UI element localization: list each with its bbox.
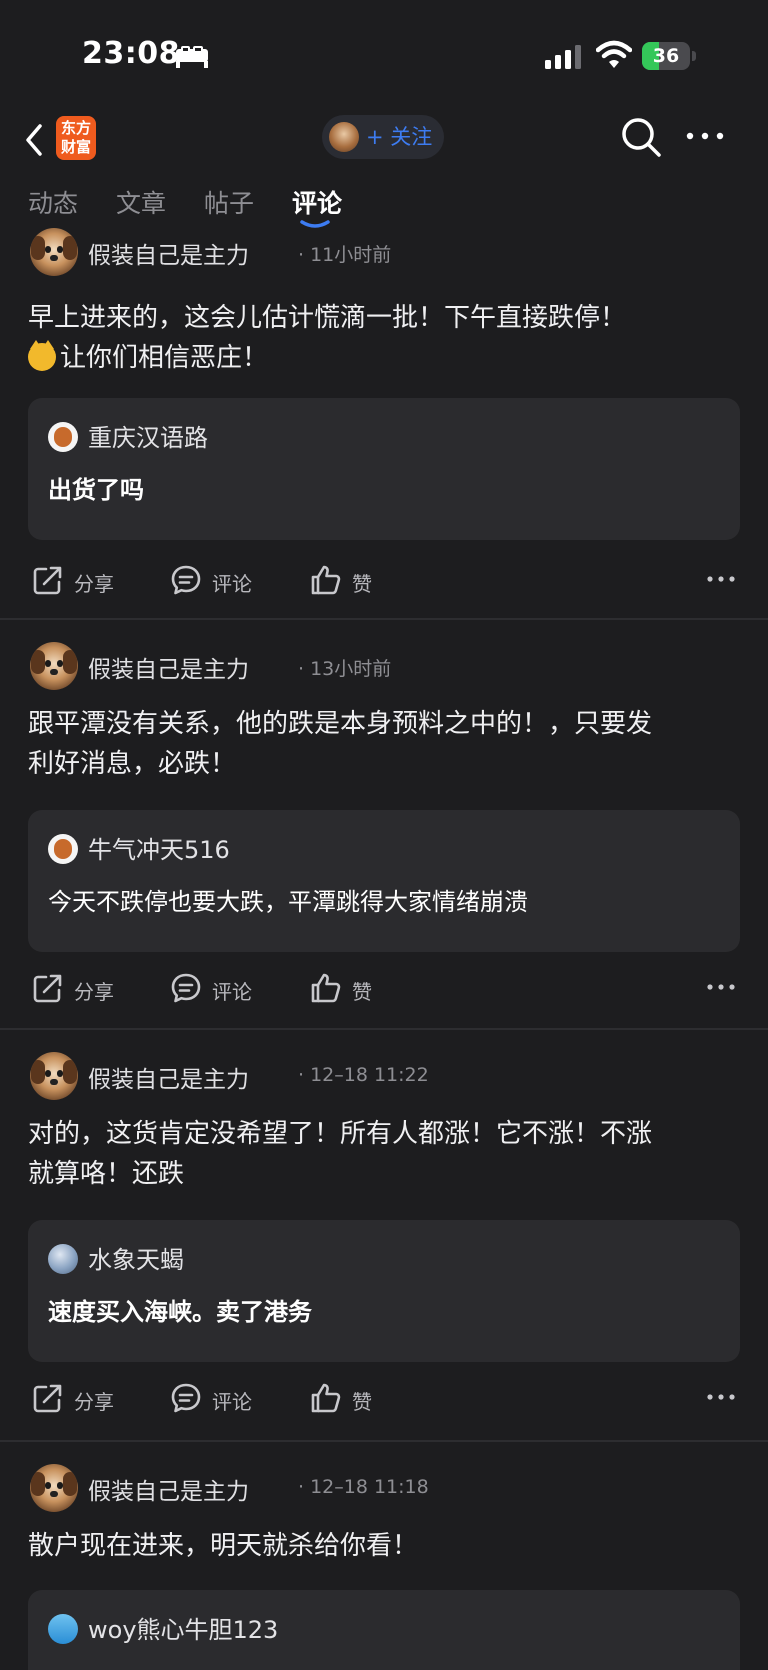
tab-articles[interactable]: 文章 <box>116 184 166 220</box>
post-time: · 13小时前 <box>298 658 392 680</box>
quoted-author: woy熊心牛胆123 <box>88 1616 279 1644</box>
author-name[interactable]: 假装自己是主力 <box>88 1060 249 1094</box>
divider <box>0 1440 768 1442</box>
action-bar: 分享 评论 赞 <box>0 1376 768 1422</box>
search-icon[interactable] <box>620 116 662 158</box>
like-icon <box>311 973 341 1003</box>
more-icon[interactable] <box>706 982 736 992</box>
post-time: · 12–18 11:18 <box>298 1476 429 1498</box>
bed-icon <box>176 46 208 68</box>
avatar[interactable] <box>30 1052 78 1100</box>
quoted-post[interactable]: 牛气冲天516 今天不跌停也要大跌，平潭跳得大家情绪崩溃 <box>28 810 740 952</box>
tab-comments[interactable]: 评论 <box>292 184 342 220</box>
tab-bar: 动态 文章 帖子 评论 <box>0 174 768 236</box>
comment-text[interactable]: 对的，这货肯定没希望了！所有人都涨！它不涨！不涨 就算咯！还跌 <box>28 1114 744 1194</box>
comment-line-text: 让你们相信恶庄！ <box>60 343 269 373</box>
comment-line: 跟平潭没有关系，他的跌是本身预料之中的！，只要发 <box>28 709 653 739</box>
comment-label: 评论 <box>212 572 252 596</box>
comment-text[interactable]: 散户现在进来，明天就杀给你看！ <box>28 1526 744 1566</box>
comment-text[interactable]: 跟平潭没有关系，他的跌是本身预料之中的！，只要发 利好消息，必跌！ <box>28 704 744 784</box>
logo-line1: 东方 <box>60 119 91 137</box>
quoted-post[interactable]: woy熊心牛胆123 <box>28 1590 740 1670</box>
share-icon <box>33 566 62 595</box>
share-label: 分享 <box>74 980 114 1004</box>
comment-line: 散户现在进来，明天就杀给你看！ <box>28 1531 419 1561</box>
share-icon <box>33 974 62 1003</box>
comment-line: 早上进来的，这会儿估计慌滴一批！下午直接跌停！ <box>28 303 627 333</box>
comment-line: 利好消息，必跌！ <box>28 749 237 779</box>
follow-button[interactable]: + 关注 <box>322 115 444 159</box>
more-icon[interactable] <box>706 574 736 584</box>
share-icon <box>33 1384 62 1413</box>
comment-icon <box>171 565 201 595</box>
avatar[interactable] <box>30 228 78 276</box>
wifi-icon <box>596 40 632 68</box>
quoted-text: 出货了吗 <box>48 476 144 504</box>
status-bar: 23:08 36 <box>0 0 768 108</box>
quoted-post[interactable]: 重庆汉语路 出货了吗 <box>28 398 740 540</box>
like-icon <box>311 1383 341 1413</box>
avatar <box>329 122 359 152</box>
logo-line2: 财富 <box>60 138 91 156</box>
avatar[interactable] <box>30 642 78 690</box>
more-icon[interactable] <box>706 1392 736 1402</box>
author-name[interactable]: 假装自己是主力 <box>88 1472 249 1506</box>
battery-percent: 36 <box>652 45 680 67</box>
action-bar: 分享 评论 赞 <box>0 558 768 604</box>
cellular-signal-icon <box>545 45 581 69</box>
comment-text[interactable]: 早上进来的，这会儿估计慌滴一批！下午直接跌停！ 让你们相信恶庄！ <box>28 298 744 378</box>
cat-emoji-icon <box>28 340 56 371</box>
share-label: 分享 <box>74 572 114 596</box>
comment-icon <box>171 973 201 1003</box>
top-nav-bar: 东方 财富 + 关注 <box>0 108 768 174</box>
divider <box>0 618 768 620</box>
status-time: 23:08 <box>82 36 180 71</box>
comment-line: 就算咯！还跌 <box>28 1159 185 1189</box>
tab-posts[interactable]: 帖子 <box>204 184 254 220</box>
comment-label: 评论 <box>212 980 252 1004</box>
author-name[interactable]: 假装自己是主力 <box>88 236 249 270</box>
more-icon[interactable] <box>684 126 726 146</box>
like-label: 赞 <box>352 980 372 1004</box>
action-bar: 分享 评论 赞 <box>0 966 768 1012</box>
comment-label: 评论 <box>212 1390 252 1414</box>
comment-line: 让你们相信恶庄！ <box>28 338 744 378</box>
post-time: · 11小时前 <box>298 244 392 266</box>
active-tab-indicator <box>300 220 330 228</box>
post-time: · 12–18 11:22 <box>298 1064 429 1086</box>
like-label: 赞 <box>352 1390 372 1414</box>
comment-line: 对的，这货肯定没希望了！所有人都涨！它不涨！不涨 <box>28 1119 653 1149</box>
back-chevron-icon[interactable] <box>22 120 46 160</box>
avatar <box>48 834 78 864</box>
follow-label: + 关注 <box>366 125 433 149</box>
author-name[interactable]: 假装自己是主力 <box>88 650 249 684</box>
battery-icon: 36 <box>642 42 698 70</box>
quoted-text: 速度买入海峡。卖了港务 <box>48 1298 312 1326</box>
quoted-author: 重庆汉语路 <box>88 424 208 452</box>
comment-icon <box>171 1383 201 1413</box>
avatar <box>48 1244 78 1274</box>
avatar[interactable] <box>30 1464 78 1512</box>
avatar <box>48 1614 78 1644</box>
share-label: 分享 <box>74 1390 114 1414</box>
app-logo: 东方 财富 <box>56 116 96 160</box>
quoted-text: 今天不跌停也要大跌，平潭跳得大家情绪崩溃 <box>48 888 528 916</box>
avatar <box>48 422 78 452</box>
like-icon <box>311 565 341 595</box>
quoted-post[interactable]: 水象天蝎 速度买入海峡。卖了港务 <box>28 1220 740 1362</box>
quoted-author: 水象天蝎 <box>88 1246 184 1274</box>
quoted-author: 牛气冲天516 <box>88 836 230 864</box>
like-label: 赞 <box>352 572 372 596</box>
tab-dynamics[interactable]: 动态 <box>28 184 78 220</box>
divider <box>0 1028 768 1030</box>
